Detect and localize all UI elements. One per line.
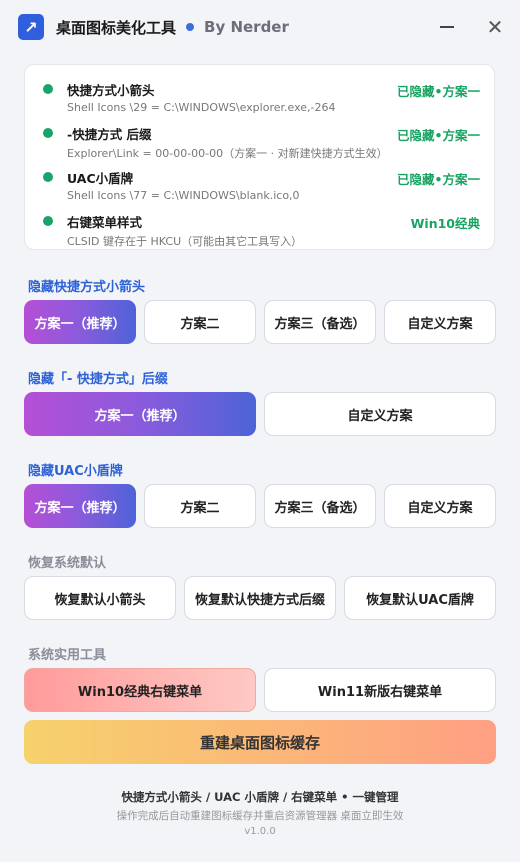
status-row-uac: UAC小盾牌 Shell Icons \77 = C:\WINDOWS\blan… bbox=[41, 165, 480, 209]
rebuild-cache-button[interactable]: 重建桌面图标缓存 bbox=[24, 720, 496, 764]
suffix-custom-button[interactable]: 自定义方案 bbox=[264, 392, 496, 436]
status-name: -快捷方式 后缀 bbox=[67, 127, 152, 142]
restore-arrow-button[interactable]: 恢复默认小箭头 bbox=[24, 576, 176, 620]
uac-scheme1-button[interactable]: 方案一（推荐） bbox=[24, 484, 136, 528]
uac-scheme3-button[interactable]: 方案三（备选） bbox=[264, 484, 376, 528]
status-dot-icon bbox=[43, 216, 53, 226]
arrow-scheme2-button[interactable]: 方案二 bbox=[144, 300, 256, 344]
status-dot-icon bbox=[43, 84, 53, 94]
section-title-suffix: 隐藏「- 快捷方式」后缀 bbox=[28, 372, 168, 387]
suffix-scheme1-button[interactable]: 方案一（推荐） bbox=[24, 392, 256, 436]
section-title-uac: 隐藏UAC小盾牌 bbox=[28, 464, 123, 479]
separator-dot bbox=[186, 23, 195, 31]
uac-custom-button[interactable]: 自定义方案 bbox=[384, 484, 496, 528]
minimize-icon[interactable] bbox=[434, 14, 460, 40]
status-detail: Shell Icons \77 = C:\WINDOWS\blank.ico,0 bbox=[67, 189, 300, 202]
status-value: 已隐藏•方案一 bbox=[397, 84, 480, 99]
arrow-custom-button[interactable]: 自定义方案 bbox=[384, 300, 496, 344]
status-name: 快捷方式小箭头 bbox=[67, 83, 155, 98]
status-dot-icon bbox=[43, 172, 53, 182]
status-detail: Shell Icons \29 = C:\WINDOWS\explorer.ex… bbox=[67, 101, 336, 114]
close-icon[interactable]: ✕ bbox=[482, 14, 508, 40]
footer-note: 操作完成后自动重建图标缓存并重启资源管理器 桌面立即生效 bbox=[116, 810, 404, 822]
author-label: By Nerder bbox=[204, 18, 289, 36]
section-title-restore: 恢复系统默认 bbox=[28, 556, 107, 571]
status-card: 快捷方式小箭头 Shell Icons \29 = C:\WINDOWS\exp… bbox=[24, 64, 495, 250]
status-dot-icon bbox=[43, 128, 53, 138]
status-row-arrow: 快捷方式小箭头 Shell Icons \29 = C:\WINDOWS\exp… bbox=[41, 77, 480, 121]
version-label: v1.0.0 bbox=[244, 826, 276, 837]
status-value: 已隐藏•方案一 bbox=[397, 128, 480, 143]
restore-suffix-button[interactable]: 恢复默认快捷方式后缀 bbox=[184, 576, 336, 620]
win10-menu-button[interactable]: Win10经典右键菜单 bbox=[24, 668, 256, 712]
section-title-tools: 系统实用工具 bbox=[28, 648, 107, 663]
arrow-icon: ↗ bbox=[18, 14, 44, 40]
status-row-suffix: -快捷方式 后缀 Explorer\Link = 00-00-00-00（方案一… bbox=[41, 121, 480, 165]
status-detail: CLSID 键存在于 HKCU（可能由其它工具写入） bbox=[67, 235, 303, 248]
uac-scheme2-button[interactable]: 方案二 bbox=[144, 484, 256, 528]
status-detail: Explorer\Link = 00-00-00-00（方案一 · 对新建快捷方… bbox=[67, 147, 388, 160]
arrow-scheme1-button[interactable]: 方案一（推荐） bbox=[24, 300, 136, 344]
status-name: 右键菜单样式 bbox=[67, 215, 143, 230]
app-title: 桌面图标美化工具 bbox=[56, 18, 177, 37]
status-value: Win10经典 bbox=[410, 216, 480, 231]
status-row-menu: 右键菜单样式 CLSID 键存在于 HKCU（可能由其它工具写入） Win10经… bbox=[41, 209, 480, 253]
restore-uac-button[interactable]: 恢复默认UAC盾牌 bbox=[344, 576, 496, 620]
status-value: 已隐藏•方案一 bbox=[397, 172, 480, 187]
section-title-arrow: 隐藏快捷方式小箭头 bbox=[28, 280, 146, 295]
status-name: UAC小盾牌 bbox=[67, 171, 134, 186]
win11-menu-button[interactable]: Win11新版右键菜单 bbox=[264, 668, 496, 712]
arrow-scheme3-button[interactable]: 方案三（备选） bbox=[264, 300, 376, 344]
footer-summary: 快捷方式小箭头 / UAC 小盾牌 / 右键菜单 • 一键管理 bbox=[121, 790, 399, 804]
